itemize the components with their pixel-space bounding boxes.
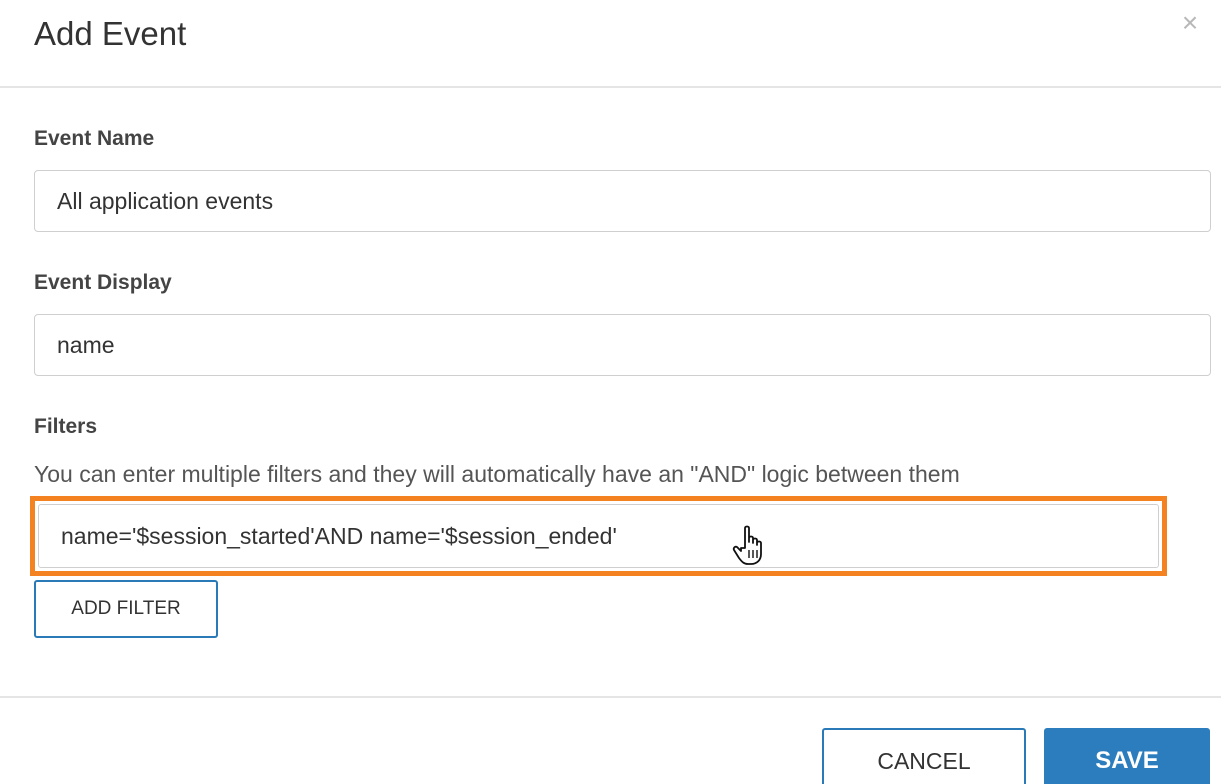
event-name-input[interactable] — [34, 170, 1211, 232]
filters-label: Filters — [34, 415, 98, 438]
event-display-label: Event Display — [34, 271, 172, 294]
close-icon[interactable]: × — [1178, 8, 1202, 38]
add-event-dialog: Add Event × Event Name Event Display Fil… — [0, 0, 1221, 784]
filter-input[interactable] — [38, 504, 1159, 568]
event-display-input[interactable] — [34, 314, 1211, 376]
dialog-title: Add Event — [34, 15, 187, 52]
cancel-button[interactable]: CANCEL — [822, 728, 1026, 784]
hand-pointer-icon — [732, 525, 762, 565]
dialog-header: Add Event × — [0, 0, 1221, 88]
add-filter-button[interactable]: ADD FILTER — [34, 580, 218, 638]
save-button[interactable]: SAVE — [1044, 728, 1210, 784]
footer-divider — [0, 696, 1221, 698]
filters-help-text: You can enter multiple filters and they … — [34, 461, 960, 487]
filter-highlight-box — [30, 496, 1167, 576]
event-name-label: Event Name — [34, 127, 155, 150]
